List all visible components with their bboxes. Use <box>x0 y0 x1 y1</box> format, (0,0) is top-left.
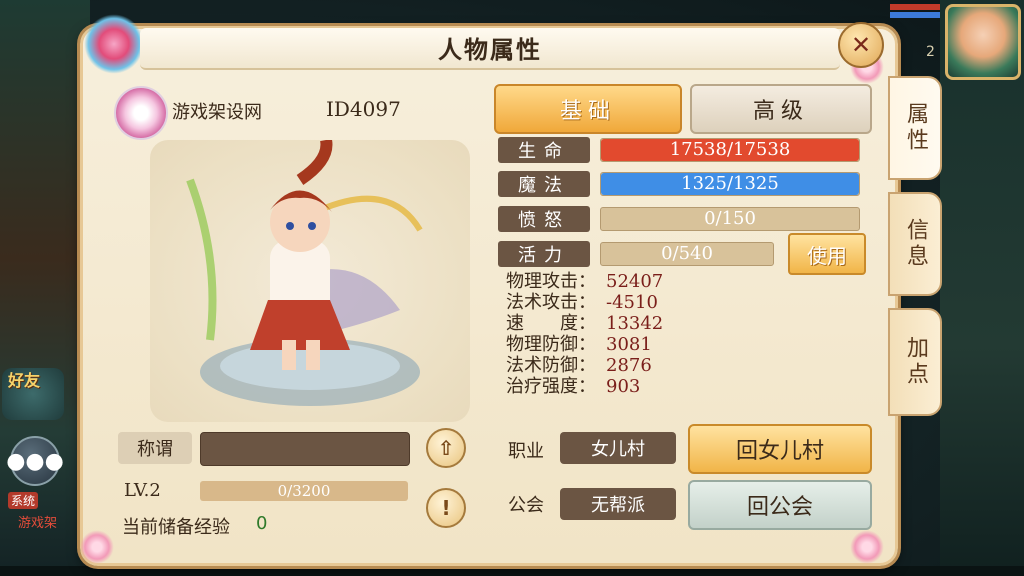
rage-bar: 0/150 <box>600 207 860 231</box>
mp-label: 魔法 <box>498 171 590 197</box>
guild-label: 公会 <box>508 495 544 516</box>
upload-icon: ⇧ <box>437 436 455 460</box>
use-vigor-button[interactable]: 使用 <box>788 233 866 275</box>
decorative-flower-icon <box>84 14 144 74</box>
vigor-bar: 0/540 <box>600 242 774 266</box>
hud-level: 2 <box>926 44 935 60</box>
attr-magic-defense: 法术防御： 2876 <box>506 355 652 376</box>
rage-text: 0/150 <box>704 208 756 229</box>
close-button[interactable]: ✕ <box>838 22 884 68</box>
attr-magic-attack: 法术攻击： -4510 <box>506 292 658 313</box>
mp-text: 1325/1325 <box>681 173 779 194</box>
player-avatar[interactable] <box>114 86 168 140</box>
close-icon: ✕ <box>850 31 872 59</box>
attr-heal-power: 治疗强度： 903 <box>506 376 641 397</box>
attr-speed: 速 度： 13342 <box>506 313 664 334</box>
system-message: 游戏架 <box>18 516 58 531</box>
title-value-field <box>200 432 410 466</box>
guild-value: 无帮派 <box>560 488 676 520</box>
tab-advanced[interactable]: 高级 <box>690 84 872 134</box>
side-tab-info[interactable]: 信息 <box>888 192 942 296</box>
hud-player-avatar[interactable] <box>945 4 1021 80</box>
window-title: 人物属性 <box>438 36 542 64</box>
attr-physical-defense: 物理防御： 3081 <box>506 334 652 355</box>
attr-physical-attack: 物理攻击： 52407 <box>506 271 664 292</box>
hp-bar: 17538/17538 <box>600 138 860 162</box>
player-id: ID4097 <box>326 97 401 121</box>
exp-bar-text: 0/3200 <box>277 482 331 500</box>
background-scene-right <box>940 0 1024 576</box>
title-upload-button[interactable]: ⇧ <box>426 428 466 468</box>
vigor-label: 活力 <box>498 241 590 267</box>
title-label: 称谓 <box>118 432 192 464</box>
hp-label: 生命 <box>498 137 590 163</box>
reserve-exp-value: 0 <box>256 513 268 534</box>
system-tag: 系统 <box>8 492 39 509</box>
tab-basic[interactable]: 基础 <box>494 84 682 134</box>
player-name: 游戏架设网 <box>172 102 262 123</box>
rage-label: 愤怒 <box>498 206 590 232</box>
chat-bubble-icon: ●●● <box>6 448 64 474</box>
flower-deco-icon <box>850 530 884 564</box>
exp-info-button[interactable]: ! <box>426 488 466 528</box>
reserve-exp-label: 当前储备经验 <box>122 517 230 538</box>
job-label: 职业 <box>508 441 544 462</box>
hp-text: 17538/17538 <box>669 139 791 160</box>
character-portrait <box>186 140 423 406</box>
return-to-guild-button[interactable]: 回公会 <box>688 480 872 530</box>
mp-bar: 1325/1325 <box>600 172 860 196</box>
player-level: LV.2 <box>124 480 161 501</box>
return-to-sect-button[interactable]: 回女儿村 <box>688 424 872 474</box>
friends-label: 好友 <box>8 371 41 390</box>
chat-button[interactable]: ●●● <box>6 436 64 486</box>
hud-hp-strip <box>890 4 940 10</box>
vigor-text: 0/540 <box>661 243 713 264</box>
exclamation-icon: ! <box>441 496 451 520</box>
bottom-bar <box>0 566 1024 576</box>
background-scene-left <box>0 0 90 576</box>
job-value: 女儿村 <box>560 432 676 464</box>
flower-deco-icon <box>80 530 114 564</box>
side-tab-attributes[interactable]: 属性 <box>888 76 942 180</box>
friends-button[interactable]: 好友 <box>2 368 64 420</box>
side-tab-add-points[interactable]: 加点 <box>888 308 942 416</box>
hud-mp-strip <box>890 12 940 18</box>
